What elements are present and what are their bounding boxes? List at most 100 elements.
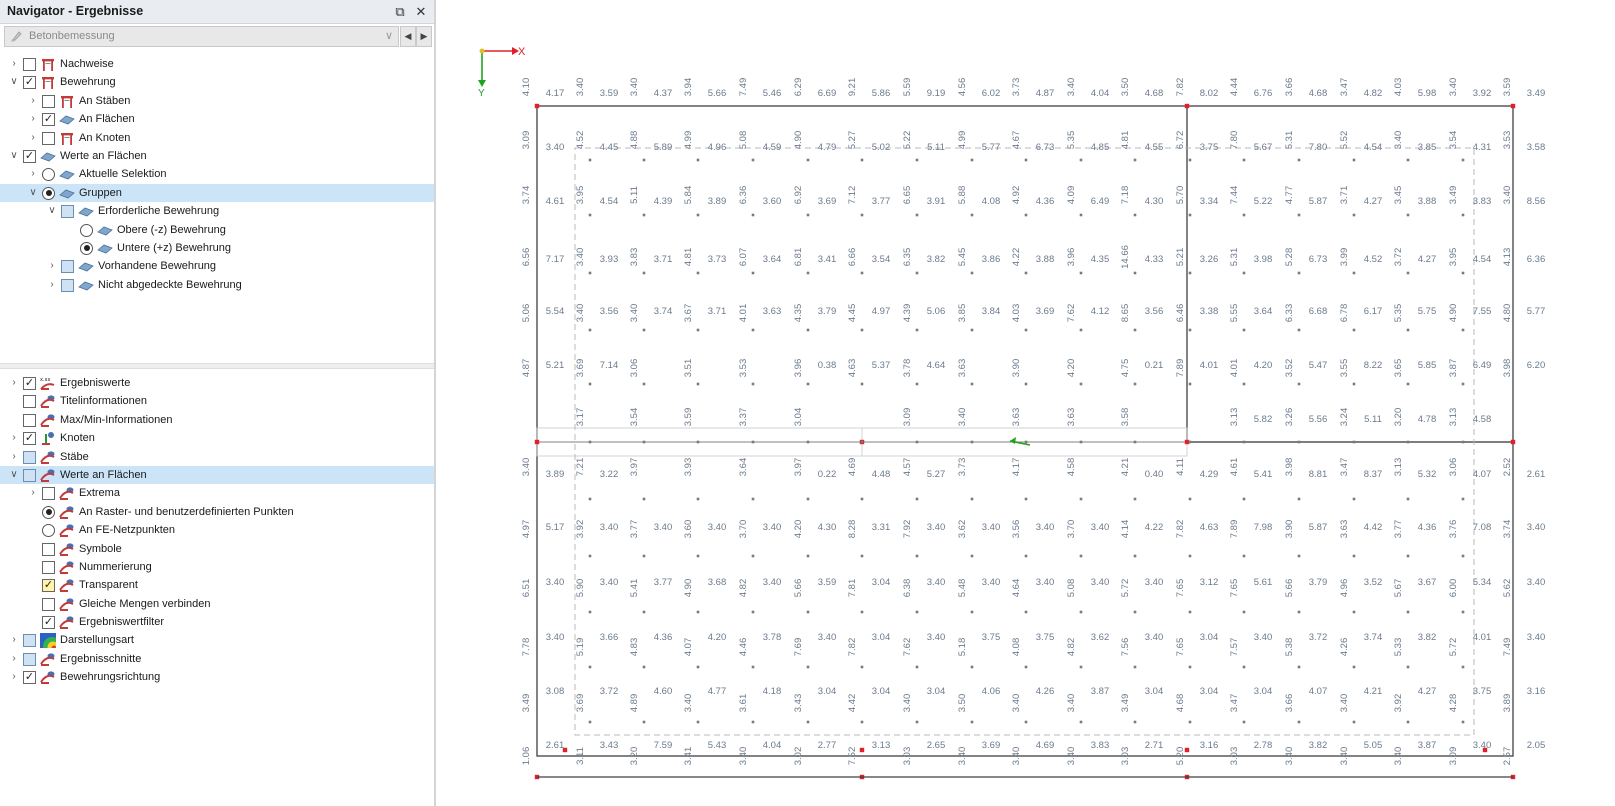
tree-item-ergebniswertfilter[interactable]: ✓ Ergebniswertfilter	[0, 613, 434, 631]
tree-item-symbole[interactable]: Symbole	[0, 540, 434, 558]
pin-icon[interactable]: ⧉	[391, 3, 409, 21]
checkbox[interactable]	[23, 652, 36, 666]
tree-item-obere-z-bewehrung[interactable]: Obere (-z) Bewehrung	[0, 221, 434, 239]
tree-item-gleiche-mengen-verbinden[interactable]: Gleiche Mengen verbinden	[0, 595, 434, 613]
chevron-right-icon[interactable]: ›	[47, 260, 57, 272]
tree-item-bewehrungsrichtung[interactable]: › ✓ Bewehrungsrichtung	[0, 668, 434, 686]
concrete-design-icon	[11, 31, 22, 42]
radio-button[interactable]	[42, 505, 55, 519]
tree-item-an-fe-netzpunkten[interactable]: An FE-Netzpunkten	[0, 521, 434, 539]
chevron-right-icon[interactable]: ›	[9, 653, 19, 665]
checkbox[interactable]	[23, 395, 36, 409]
checkbox[interactable]	[61, 260, 74, 274]
checkbox[interactable]	[42, 94, 55, 108]
checkbox[interactable]	[42, 131, 55, 145]
checkbox[interactable]	[61, 205, 74, 219]
grid-point	[860, 610, 864, 614]
checkbox[interactable]: ✓	[23, 432, 36, 446]
panel-splitter[interactable]	[0, 363, 434, 369]
checkbox[interactable]: ✓	[23, 76, 36, 90]
value-vertical: 3.40	[957, 747, 968, 766]
chevron-right-icon[interactable]: ›	[9, 377, 19, 389]
checkbox[interactable]	[42, 560, 55, 574]
chevron-down-icon[interactable]: ∨	[28, 187, 38, 199]
grid-point	[1297, 720, 1301, 724]
checkbox[interactable]	[42, 542, 55, 556]
tree-item-ergebnisschnitte[interactable]: › Ergebnisschnitte	[0, 650, 434, 668]
checkbox[interactable]	[23, 468, 36, 482]
checkbox[interactable]: ✓	[23, 149, 36, 163]
value-horizontal: 4.04	[1091, 88, 1110, 99]
tree-item-nummerierung[interactable]: Nummerierung	[0, 558, 434, 576]
checkbox[interactable]	[42, 597, 55, 611]
tree-item-gruppen[interactable]: ∨ Gruppen	[0, 183, 434, 203]
radio-button[interactable]	[80, 223, 93, 237]
chevron-right-icon[interactable]: ›	[47, 279, 57, 291]
chevron-right-icon[interactable]: ›	[28, 113, 38, 125]
chevron-down-icon[interactable]: ∨	[47, 205, 57, 217]
module-select[interactable]: Betonbemessung ∨	[4, 26, 399, 47]
checkbox[interactable]	[61, 278, 74, 292]
tree-item-stäbe[interactable]: › Stäbe	[0, 448, 434, 466]
tree-item-untere-z-bewehrung[interactable]: Untere (+z) Bewehrung	[0, 239, 434, 257]
tree-item-an-knoten[interactable]: › An Knoten	[0, 129, 434, 147]
tree-item-werte-an-flächen[interactable]: ∨ ✓ Werte an Flächen	[0, 147, 434, 165]
checkbox[interactable]	[23, 634, 36, 648]
surface-icon	[78, 204, 94, 219]
checkbox[interactable]	[23, 58, 36, 71]
radio-button[interactable]	[80, 241, 93, 255]
graphics-viewport[interactable]: X Y 4.10 3.40 3.40 3.94 7.49 6.29 9.21 5.59 4.56…	[438, 0, 1615, 806]
checkbox[interactable]	[42, 487, 55, 501]
radio-button[interactable]	[42, 524, 55, 538]
chevron-right-icon[interactable]: ›	[28, 168, 38, 180]
checkbox[interactable]: ✓	[42, 579, 55, 593]
checkbox[interactable]	[23, 413, 36, 427]
chevron-down-icon[interactable]: ∨	[9, 469, 19, 481]
value-vertical: 3.63	[1011, 408, 1022, 427]
tree-item-nachweise[interactable]: › Nachweise	[0, 55, 434, 73]
radio-button[interactable]	[42, 186, 55, 200]
checkbox[interactable]: ✓	[42, 616, 55, 630]
value-horizontal: 5.46	[763, 88, 782, 99]
tree-item-vorhandene-bewehrung[interactable]: › Vorhandene Bewehrung	[0, 257, 434, 275]
tree-item-bewehrung[interactable]: ∨ ✓ Bewehrung	[0, 73, 434, 91]
chevron-right-icon[interactable]: ›	[9, 634, 19, 646]
chevron-right-icon[interactable]: ›	[9, 432, 19, 444]
previous-module-button[interactable]: ◀	[400, 26, 416, 47]
tree-item-an-stäben[interactable]: › An Stäben	[0, 92, 434, 110]
tree-item-max-min-informationen[interactable]: Max/Min-Informationen	[0, 411, 434, 429]
radio-button[interactable]	[42, 168, 55, 182]
chevron-down-icon[interactable]: ∨	[9, 150, 19, 162]
checkbox[interactable]: ✓	[23, 671, 36, 685]
grid-point	[1297, 213, 1301, 217]
chevron-right-icon[interactable]: ›	[28, 487, 38, 499]
checkbox[interactable]: ✓	[42, 113, 55, 127]
tree-item-aktuelle-selektion[interactable]: › Aktuelle Selektion	[0, 165, 434, 183]
tree-item-erforderliche-bewehrung[interactable]: ∨ Erforderliche Bewehrung	[0, 202, 434, 220]
tree-item-an-flächen[interactable]: › ✓ An Flächen	[0, 110, 434, 128]
tree-item-transparent[interactable]: ✓ Transparent	[0, 576, 434, 594]
tree-item-an-raster-und-benutzerdefinierten-punkten[interactable]: An Raster- und benutzerdefinierten Punkt…	[0, 503, 434, 521]
tree-item-nicht-abgedeckte-bewehrung[interactable]: › Nicht abgedeckte Bewehrung	[0, 276, 434, 294]
tree-item-knoten[interactable]: › ✓ Knoten	[0, 429, 434, 447]
chevron-right-icon[interactable]: ›	[9, 671, 19, 683]
value-vertical: 6.51	[521, 579, 532, 598]
chevron-right-icon[interactable]: ›	[9, 58, 19, 70]
checkbox[interactable]: ✓	[23, 377, 36, 390]
chevron-right-icon[interactable]: ›	[9, 451, 19, 463]
chevron-right-icon[interactable]: ›	[28, 132, 38, 144]
next-module-button[interactable]: ▶	[416, 26, 432, 47]
tree-item-titelinformationen[interactable]: Titelinformationen	[0, 392, 434, 410]
tree-item-extrema[interactable]: › Extrema	[0, 484, 434, 502]
tree-item-ergebniswerte[interactable]: › ✓ x.xx Ergebniswerte	[0, 374, 434, 392]
tree-item-werte-an-flächen[interactable]: ∨ Werte an Flächen	[0, 465, 434, 485]
chevron-right-icon[interactable]: ›	[28, 95, 38, 107]
close-icon[interactable]: ✕	[412, 3, 430, 21]
svg-text:x.xx: x.xx	[40, 377, 51, 383]
checkbox[interactable]	[23, 450, 36, 464]
chevron-down-icon[interactable]: ∨	[9, 76, 19, 88]
grid-point	[1242, 720, 1246, 724]
tree-item-darstellungsart[interactable]: › Darstellungsart	[0, 631, 434, 656]
value-vertical: 6.56	[521, 248, 532, 267]
grid-point	[588, 554, 592, 558]
